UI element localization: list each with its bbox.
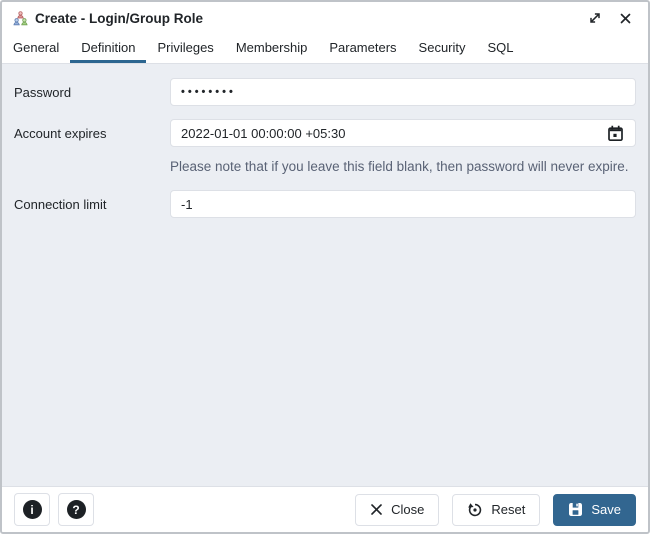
save-button-label: Save (591, 502, 621, 517)
connection-limit-row: Connection limit -1 (14, 190, 636, 218)
tab-membership[interactable]: Membership (225, 34, 319, 63)
password-label: Password (14, 84, 72, 100)
connection-limit-value: -1 (181, 196, 193, 212)
account-expires-row: Account expires 2022-01-01 00:00:00 +05:… (14, 119, 636, 147)
tab-definition[interactable]: Definition (70, 34, 147, 63)
tab-parameters[interactable]: Parameters (318, 34, 407, 63)
dialog-title: Create - Login/Group Role (35, 10, 204, 26)
tab-security[interactable]: Security (408, 34, 477, 63)
reset-icon (467, 502, 483, 518)
dialog-tabbar: General Definition Privileges Membership… (2, 34, 648, 64)
close-icon[interactable] (614, 7, 636, 29)
dialog-footer: i ? Close Reset Save (2, 486, 648, 532)
info-button[interactable]: i (14, 493, 50, 526)
account-expires-label: Account expires (14, 125, 107, 141)
help-icon: ? (66, 500, 86, 519)
create-login-group-role-dialog: Create - Login/Group Role General Defini… (0, 0, 650, 534)
reset-button[interactable]: Reset (452, 493, 541, 526)
dialog-titlebar: Create - Login/Group Role (2, 2, 648, 34)
account-expires-input[interactable]: 2022-01-01 00:00:00 +05:30 (170, 119, 636, 147)
save-button[interactable]: Save (553, 493, 636, 526)
login-group-role-icon (12, 10, 29, 26)
password-expiry-note: Please note that if you leave this field… (170, 159, 629, 174)
help-button[interactable]: ? (58, 493, 94, 526)
connection-limit-label: Connection limit (14, 196, 107, 212)
close-button-label: Close (391, 502, 425, 517)
password-input[interactable]: •••••••• (170, 78, 636, 106)
tab-general[interactable]: General (2, 34, 70, 63)
tab-sql[interactable]: SQL (477, 34, 525, 63)
info-icon: i (22, 500, 42, 519)
close-button[interactable]: Close (355, 493, 440, 526)
password-value: •••••••• (181, 86, 236, 98)
reset-button-label: Reset (491, 502, 526, 517)
calendar-icon[interactable] (606, 124, 625, 143)
password-row: Password •••••••• (14, 78, 636, 106)
maximize-icon[interactable] (584, 7, 606, 29)
close-x-icon (370, 503, 383, 516)
definition-panel: Password •••••••• Account expires 2022-0… (2, 64, 648, 486)
account-expires-value: 2022-01-01 00:00:00 +05:30 (181, 125, 346, 141)
save-floppy-icon (568, 502, 583, 517)
connection-limit-input[interactable]: -1 (170, 190, 636, 218)
tab-privileges[interactable]: Privileges (146, 34, 224, 63)
password-expiry-note-row: Please note that if you leave this field… (14, 155, 636, 178)
